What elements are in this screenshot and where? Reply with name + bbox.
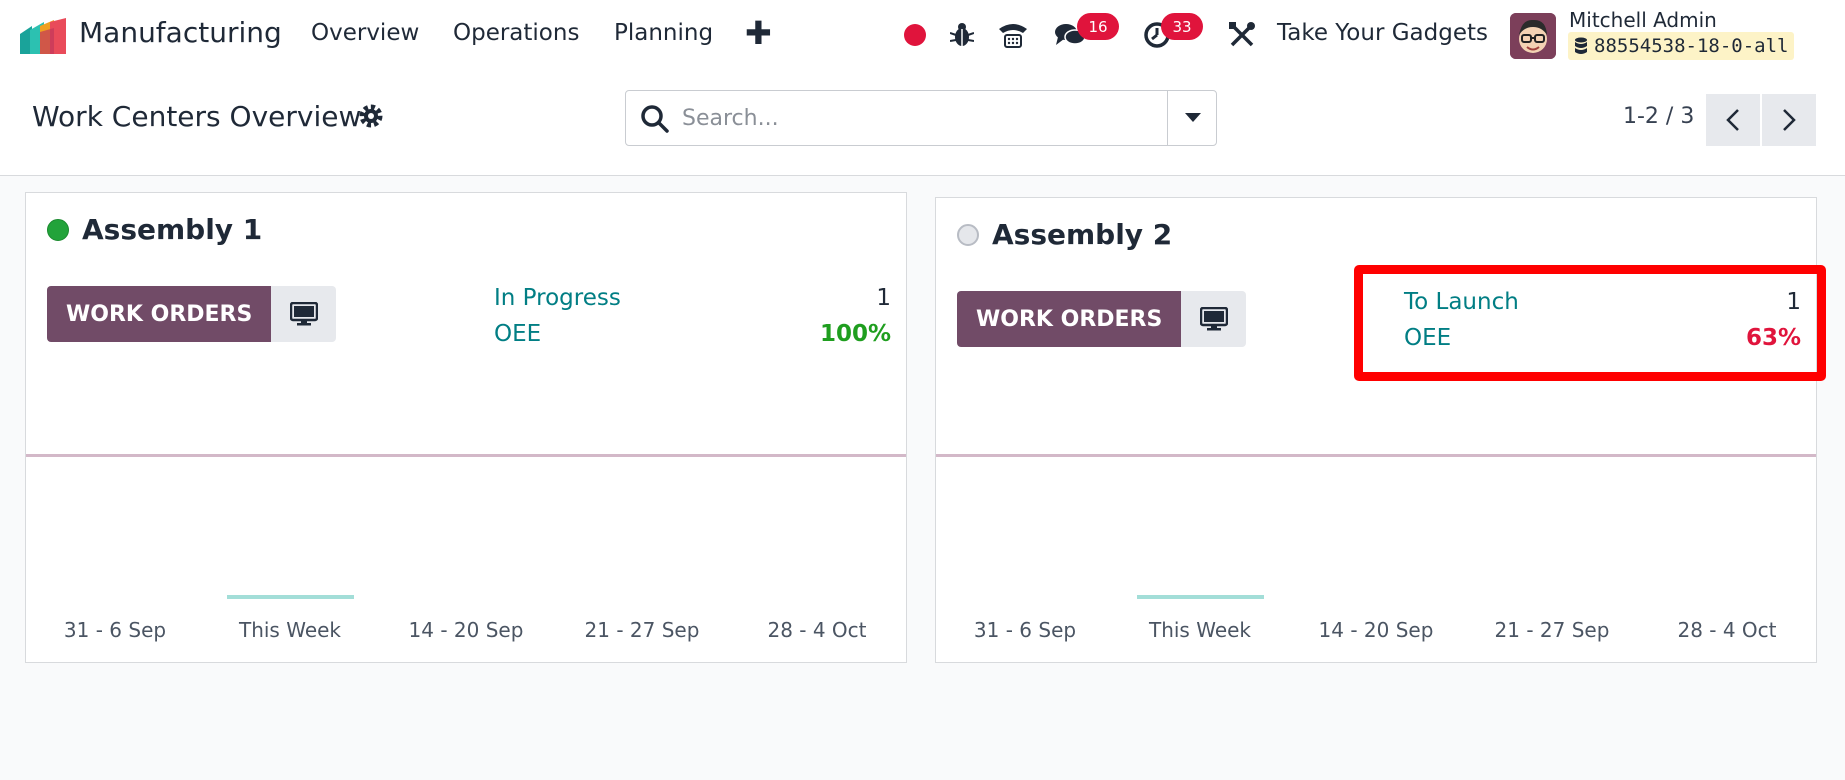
work-center-screen-button[interactable] [271, 286, 337, 342]
week-label: This Week [238, 618, 342, 642]
search-bar [625, 90, 1217, 146]
work-orders-button[interactable]: WORK ORDERS [957, 291, 1182, 347]
status-dot-icon[interactable] [47, 219, 69, 241]
week-label: 21 - 27 Sep [1494, 618, 1610, 642]
this-week-bar[interactable] [227, 595, 354, 599]
search-icon [641, 105, 669, 133]
work-orders-button-group: WORK ORDERS [47, 286, 337, 342]
main-navbar: Manufacturing Overview Operations Planni… [0, 0, 1845, 70]
card-title: Assembly 2 [992, 218, 1173, 251]
phone-icon[interactable] [996, 18, 1030, 52]
week-label: 14 - 20 Sep [408, 618, 524, 642]
oee-value[interactable]: 100% [786, 321, 891, 347]
control-panel: Work Centers Overview 1-2 / 3 [0, 70, 1845, 176]
manufacturing-app-icon[interactable] [20, 18, 66, 54]
activities-count-badge: 33 [1161, 13, 1203, 40]
pager-previous-button[interactable] [1706, 94, 1760, 146]
week-label: 14 - 20 Sep [1318, 618, 1434, 642]
week-label: 31 - 6 Sep [973, 618, 1077, 642]
caret-down-icon [1184, 113, 1201, 122]
workcenter-card-assembly-1: Assembly 1 WORK ORDERS In Progress 1 OEE… [25, 192, 907, 663]
status-dot-icon[interactable] [957, 224, 979, 246]
week-label: 28 - 4 Oct [767, 618, 867, 642]
database-name: 88554538-18-0-all [1594, 35, 1789, 57]
chart-baseline [936, 454, 1816, 457]
highlight-box [1354, 265, 1826, 381]
this-week-bar[interactable] [1137, 595, 1264, 599]
week-label: 28 - 4 Oct [1677, 618, 1777, 642]
week-label: 31 - 6 Sep [63, 618, 167, 642]
in-progress-count[interactable]: 1 [806, 285, 891, 311]
menu-overview[interactable]: Overview [311, 20, 419, 46]
chart-baseline [26, 454, 906, 457]
work-orders-button[interactable]: WORK ORDERS [47, 286, 272, 342]
gear-icon[interactable] [358, 103, 384, 129]
card-title: Assembly 1 [82, 213, 263, 246]
messages-count-badge: 16 [1077, 13, 1119, 40]
company-switcher[interactable]: Take Your Gadgets [1277, 20, 1488, 46]
database-icon [1575, 37, 1587, 54]
work-orders-button-group: WORK ORDERS [957, 291, 1247, 347]
monitor-icon [289, 302, 318, 326]
search-options-toggle[interactable] [1167, 91, 1217, 145]
monitor-icon [1199, 307, 1228, 331]
chevron-right-icon [1783, 109, 1796, 131]
user-avatar[interactable] [1510, 13, 1556, 59]
user-name[interactable]: Mitchell Admin [1569, 8, 1717, 32]
search-input[interactable] [682, 101, 1082, 135]
plus-icon[interactable]: ✚ [745, 14, 772, 52]
tools-icon[interactable] [1225, 18, 1259, 52]
work-center-screen-button[interactable] [1181, 291, 1247, 347]
pager-next-button[interactable] [1762, 94, 1816, 146]
in-progress-link[interactable]: In Progress [494, 285, 621, 311]
recording-dot-icon[interactable] [898, 18, 932, 52]
menu-planning[interactable]: Planning [614, 20, 713, 46]
menu-operations[interactable]: Operations [453, 20, 579, 46]
database-chip: 88554538-18-0-all [1568, 32, 1795, 60]
oee-link[interactable]: OEE [494, 321, 541, 347]
app-name[interactable]: Manufacturing [79, 16, 282, 49]
bug-icon[interactable] [945, 18, 979, 52]
pager-value[interactable]: 1-2 / 3 [1623, 104, 1694, 129]
chevron-left-icon [1726, 109, 1739, 131]
week-label: This Week [1148, 618, 1252, 642]
page-title: Work Centers Overview [32, 100, 362, 133]
week-label: 21 - 27 Sep [584, 618, 700, 642]
